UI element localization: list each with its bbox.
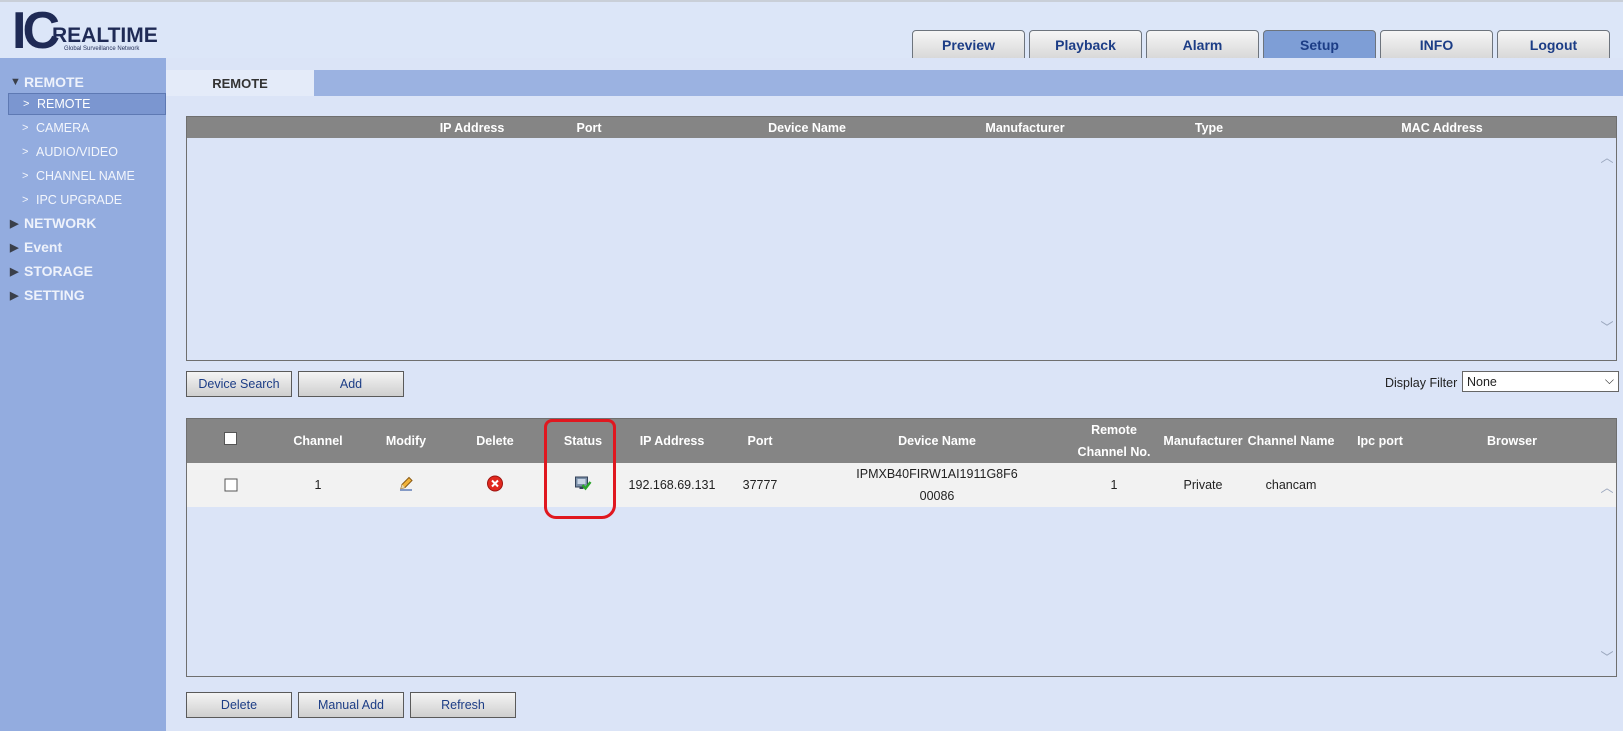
delete-button[interactable]: Delete bbox=[186, 692, 292, 718]
refresh-button[interactable]: Refresh bbox=[410, 692, 516, 718]
col-port: Port bbox=[576, 121, 602, 135]
sidebar-group-label: SETTING bbox=[24, 287, 85, 303]
add-button[interactable]: Add bbox=[298, 371, 404, 397]
logo-tagline: Global Surveillance Network bbox=[64, 46, 140, 52]
col-channel: Channel bbox=[293, 434, 343, 448]
sidebar-item-audio-video[interactable]: > AUDIO/VIDEO bbox=[8, 141, 166, 163]
display-filter-value: None bbox=[1467, 374, 1497, 389]
sidebar-item-label: IPC UPGRADE bbox=[36, 193, 123, 207]
logo-name: REALTIME bbox=[52, 24, 158, 47]
search-results-table: IP Address Port Device Name Manufacturer… bbox=[186, 116, 1617, 361]
top-bar: IC REALTIME Global Surveillance Network … bbox=[0, 0, 1623, 60]
sidebar-group-label: STORAGE bbox=[24, 263, 93, 279]
col-manufacturer: Manufacturer bbox=[1163, 434, 1243, 448]
cell-channel: 1 bbox=[314, 478, 322, 492]
display-filter-label: Display Filter bbox=[1385, 376, 1458, 390]
triangle-right-icon: ▶ bbox=[10, 217, 19, 230]
sidebar-item-label: AUDIO/VIDEO bbox=[36, 145, 118, 159]
chevron-right-icon: > bbox=[23, 98, 30, 110]
display-filter-select[interactable]: None ⌵ bbox=[1462, 371, 1619, 392]
chevron-right-icon: > bbox=[22, 170, 29, 182]
cell-device-name-line2: 00086 bbox=[919, 489, 955, 503]
table-header: Channel Modify Delete Status IP Address … bbox=[187, 419, 1616, 463]
triangle-right-icon: ▶ bbox=[10, 265, 19, 278]
status-online-icon bbox=[575, 476, 592, 494]
manual-add-button[interactable]: Manual Add bbox=[298, 692, 404, 718]
col-device-name: Device Name bbox=[898, 434, 976, 448]
col-channel-no: Channel No. bbox=[1077, 445, 1151, 459]
main-nav: Preview Playback Alarm Setup INFO Logout bbox=[912, 30, 1614, 60]
triangle-right-icon: ▶ bbox=[10, 289, 19, 302]
cell-remote-channel: 1 bbox=[1110, 478, 1118, 492]
table-header: IP Address Port Device Name Manufacturer… bbox=[187, 117, 1616, 138]
col-browser: Browser bbox=[1486, 434, 1538, 448]
nav-setup[interactable]: Setup bbox=[1263, 30, 1376, 60]
sidebar-group-event[interactable]: ▶ Event bbox=[10, 239, 62, 255]
cell-port: 37777 bbox=[742, 478, 778, 492]
sidebar-group-network[interactable]: ▶ NETWORK bbox=[10, 215, 96, 231]
logo: IC REALTIME Global Surveillance Network bbox=[12, 2, 162, 60]
sidebar-item-label: CHANNEL NAME bbox=[36, 169, 135, 183]
nav-preview[interactable]: Preview bbox=[912, 30, 1025, 60]
chevron-right-icon: > bbox=[22, 146, 29, 158]
row-checkbox[interactable] bbox=[224, 478, 238, 492]
scroll-up-icon[interactable]: ︿ bbox=[1600, 477, 1614, 496]
col-status: Status bbox=[563, 434, 603, 448]
sidebar-group-storage[interactable]: ▶ STORAGE bbox=[10, 263, 93, 279]
chevron-right-icon: > bbox=[22, 194, 29, 206]
col-mac-address: MAC Address bbox=[1401, 121, 1483, 135]
nav-info[interactable]: INFO bbox=[1380, 30, 1493, 60]
select-all-checkbox[interactable] bbox=[224, 432, 237, 445]
col-modify: Modify bbox=[385, 434, 427, 448]
sidebar-item-label: REMOTE bbox=[37, 97, 91, 111]
tab-strip: REMOTE bbox=[166, 70, 1623, 96]
col-remote: Remote bbox=[1091, 423, 1137, 437]
edit-pencil-icon[interactable] bbox=[398, 476, 414, 495]
col-ip-address: IP Address bbox=[439, 121, 505, 135]
cell-device-name-line1: IPMXB40FIRW1AI1911G8F6 bbox=[856, 467, 1018, 481]
col-delete: Delete bbox=[476, 434, 514, 448]
sidebar: ▼ REMOTE > REMOTE > CAMERA > AUDIO/VIDEO… bbox=[0, 58, 166, 731]
device-search-button[interactable]: Device Search bbox=[186, 371, 292, 397]
table-row[interactable]: 1 192.168.69.131 37777 IPMXB40FIRW1AI191… bbox=[187, 463, 1616, 507]
logo-mark: IC bbox=[12, 2, 60, 60]
col-type: Type bbox=[1194, 121, 1224, 135]
sidebar-group-setting[interactable]: ▶ SETTING bbox=[10, 287, 85, 303]
col-manufacturer: Manufacturer bbox=[985, 121, 1065, 135]
sidebar-group-remote[interactable]: ▼ REMOTE bbox=[10, 74, 84, 90]
sidebar-item-channel-name[interactable]: > CHANNEL NAME bbox=[8, 165, 166, 187]
sidebar-group-label: NETWORK bbox=[24, 215, 97, 231]
chevron-down-icon: ⌵ bbox=[1604, 373, 1614, 387]
nav-alarm[interactable]: Alarm bbox=[1146, 30, 1259, 60]
triangle-right-icon: ▶ bbox=[10, 241, 19, 254]
sidebar-item-label: CAMERA bbox=[36, 121, 90, 135]
nav-playback[interactable]: Playback bbox=[1029, 30, 1142, 60]
scroll-down-icon[interactable]: ﹀ bbox=[1600, 317, 1614, 336]
tab-remote[interactable]: REMOTE bbox=[166, 70, 314, 96]
col-device-name: Device Name bbox=[768, 121, 846, 135]
col-ip-address: IP Address bbox=[639, 434, 705, 448]
sidebar-item-camera[interactable]: > CAMERA bbox=[8, 117, 166, 139]
cell-ip-address: 192.168.69.131 bbox=[628, 478, 716, 492]
sidebar-item-remote[interactable]: > REMOTE bbox=[8, 93, 166, 115]
chevron-right-icon: > bbox=[22, 122, 29, 134]
col-ipc-port: Ipc port bbox=[1357, 434, 1403, 448]
cell-channel-name: chancam bbox=[1265, 478, 1317, 492]
sidebar-item-ipc-upgrade[interactable]: > IPC UPGRADE bbox=[8, 189, 166, 211]
sidebar-group-label: REMOTE bbox=[24, 74, 84, 90]
scroll-up-icon[interactable]: ︿ bbox=[1600, 147, 1614, 166]
scroll-down-icon[interactable]: ﹀ bbox=[1600, 647, 1614, 666]
nav-logout[interactable]: Logout bbox=[1497, 30, 1610, 60]
col-port: Port bbox=[747, 434, 773, 448]
sidebar-group-label: Event bbox=[24, 239, 63, 255]
cell-manufacturer: Private bbox=[1183, 478, 1223, 492]
device-list-table: Channel Modify Delete Status IP Address … bbox=[186, 418, 1617, 677]
delete-x-icon[interactable] bbox=[487, 475, 504, 495]
triangle-down-icon: ▼ bbox=[10, 76, 21, 88]
col-channel-name: Channel Name bbox=[1247, 434, 1335, 448]
main-panel: REMOTE IP Address Port Device Name Manuf… bbox=[166, 58, 1623, 731]
